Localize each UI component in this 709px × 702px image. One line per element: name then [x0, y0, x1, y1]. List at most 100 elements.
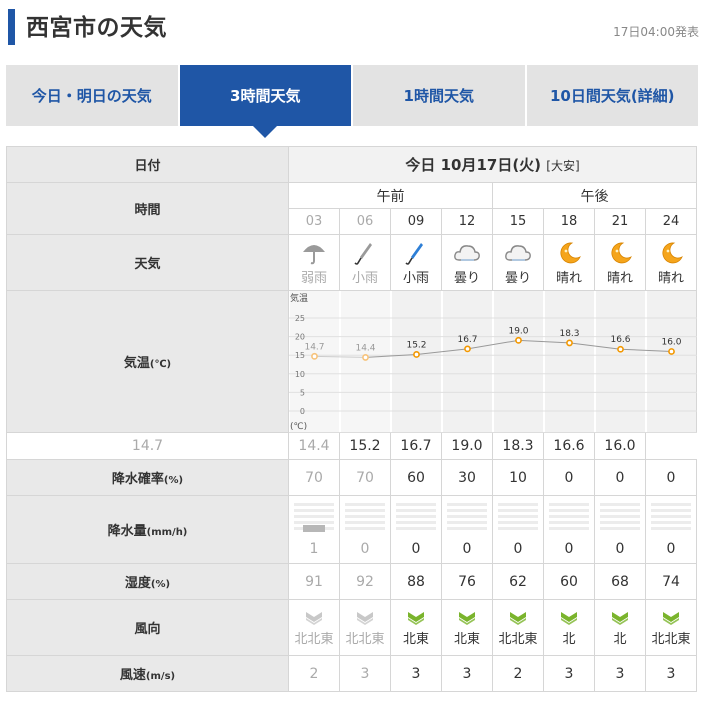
- wind-direction-icon: [510, 612, 526, 625]
- wind-speed-value: 2: [288, 655, 340, 692]
- humidity-value: 92: [339, 563, 391, 600]
- precip-amt-value: 0: [360, 540, 370, 557]
- temp-value: 16.7: [390, 432, 442, 460]
- cloud-icon: [454, 244, 480, 261]
- temp-point-label: 16.0: [661, 337, 681, 347]
- wind-speed-value: 3: [390, 655, 442, 692]
- precip-amt-value: 0: [564, 540, 574, 557]
- precip-prob-value: 70: [288, 459, 340, 496]
- chart-column-bg: [545, 291, 594, 433]
- temp-value: 14.7: [6, 432, 289, 460]
- wind-speed-value: 3: [543, 655, 595, 692]
- precip-amt-cell: 0: [492, 495, 544, 564]
- temp-point-label: 18.3: [559, 329, 579, 339]
- wind-dir-label: 北東: [402, 632, 429, 647]
- hour-cell: 18: [543, 208, 595, 235]
- y-tick-label: 10: [295, 370, 305, 379]
- precip-amt-cell: 0: [543, 495, 595, 564]
- chart-column-bg: [443, 291, 492, 433]
- precip-amt-cell: 0: [339, 495, 391, 564]
- weather-label: 曇り: [453, 270, 480, 286]
- temp-point-label: 15.2: [406, 340, 426, 350]
- weather-label: 晴れ: [657, 270, 684, 286]
- tab-today-tomorrow[interactable]: 今日・明日の天気: [6, 65, 178, 126]
- precip-amt-value: 0: [462, 540, 472, 557]
- precip-bar: [600, 502, 640, 533]
- temp-value: 19.0: [441, 432, 493, 460]
- wind-speed-value: 3: [645, 655, 697, 692]
- wind-speed-value: 2: [492, 655, 544, 692]
- hour-cell: 24: [645, 208, 697, 235]
- precip-bar: [549, 502, 589, 533]
- wind-dir-cell: 北北東: [288, 599, 340, 656]
- humidity-value: 76: [441, 563, 493, 600]
- precip-amt-header: 降水量(mm/h): [6, 495, 289, 564]
- precip-prob-value: 10: [492, 459, 544, 496]
- temp-point: [566, 339, 573, 347]
- wind-dir-label: 北北東: [651, 632, 691, 647]
- precip-amt-cell: 1: [288, 495, 340, 564]
- precip-amt-cell: 0: [645, 495, 697, 564]
- temp-value: 15.2: [339, 432, 391, 460]
- y-tick-label: 20: [295, 333, 305, 342]
- wind-speed-unit: (m/s): [145, 671, 176, 682]
- temp-point: [413, 351, 420, 358]
- wind-dir-label: 北: [562, 632, 576, 647]
- cloud-icon: [505, 244, 531, 261]
- weather-cell: 曇り: [441, 234, 493, 291]
- y-tick-label: 25: [295, 314, 305, 323]
- temp-header: 気温(℃): [6, 290, 289, 433]
- humidity-header: 湿度(%): [6, 563, 289, 600]
- page-header: 西宮市の天気 17日04:00発表: [0, 0, 709, 50]
- temp-point-label: 16.6: [610, 335, 630, 345]
- temp-label: 気温: [123, 356, 150, 371]
- umbrella-icon: [303, 244, 325, 264]
- hour-cell: 06: [339, 208, 391, 235]
- precip-amt-cell: 0: [594, 495, 646, 564]
- weather-label: 小雨: [402, 270, 429, 286]
- precip-amt-cell: 0: [390, 495, 442, 564]
- wind-dir-cell: 北北東: [645, 599, 697, 656]
- humidity-label: 湿度: [124, 576, 151, 591]
- temp-value: 18.3: [492, 432, 544, 460]
- moon-icon: [560, 242, 581, 263]
- humidity-unit: (%): [150, 579, 171, 590]
- wind-dir-cell: 北: [543, 599, 595, 656]
- rokuyo-label: [大安]: [546, 159, 580, 173]
- date-header: 日付: [6, 146, 289, 183]
- temp-chart: 25 20 15 10 5 0 気温 (℃) 14.7 14.4 15.2 16.7 19.0 18.3 1…: [289, 291, 697, 433]
- precip-amt-unit: (mm/h): [146, 527, 188, 538]
- precip-prob-label: 降水確率: [111, 472, 164, 487]
- humidity-value: 62: [492, 563, 544, 600]
- weather-cell: 小雨: [339, 234, 391, 291]
- wind-speed-value: 3: [594, 655, 646, 692]
- precip-bar: [396, 502, 436, 533]
- temp-point: [668, 348, 675, 355]
- tab-3hour[interactable]: 3時間天気: [179, 65, 351, 138]
- date-cell: 今日 10月17日(火) [大安]: [288, 146, 697, 183]
- wind-dir-cell: 北北東: [492, 599, 544, 656]
- precip-amt-value: 1: [309, 540, 319, 557]
- y-tick-label: 15: [295, 351, 305, 360]
- precip-prob-value: 0: [543, 459, 595, 496]
- hour-cell: 12: [441, 208, 493, 235]
- weather-label: 曇り: [504, 270, 531, 286]
- weather-cell: 小雨: [390, 234, 442, 291]
- wind-dir-cell: 北東: [390, 599, 442, 656]
- temp-value: 14.4: [288, 432, 340, 460]
- temp-point: [311, 352, 318, 360]
- temp-point-label: 14.4: [355, 343, 375, 353]
- precip-prob-value: 60: [390, 459, 442, 496]
- tab-10day[interactable]: 10日間天気(詳細): [526, 65, 698, 126]
- chart-column-bg: [596, 291, 645, 433]
- temp-unit: (℃): [149, 359, 172, 370]
- wind-direction-icon: [459, 612, 475, 625]
- weather-label: 小雨: [351, 270, 378, 286]
- precip-bar-fill: [303, 524, 325, 532]
- precip-prob-value: 0: [594, 459, 646, 496]
- wind-dir-header: 風向: [6, 599, 289, 656]
- temp-value: 16.6: [543, 432, 595, 460]
- date-text: 今日 10月17日(火): [405, 156, 542, 174]
- precip-prob-value: 30: [441, 459, 493, 496]
- tab-1hour[interactable]: 1時間天気: [353, 65, 525, 126]
